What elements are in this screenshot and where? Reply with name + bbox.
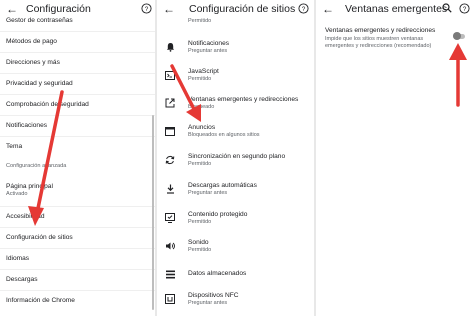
popup-icon [165,98,175,108]
back-arrow-icon[interactable]: ← [4,1,20,17]
svg-text:?: ? [301,5,305,12]
popups-topbar: ← Ventanas emergentes y redirecciones ? [316,0,474,18]
popups-setting[interactable]: Ventanas emergentes y redirecciones Impi… [325,27,450,50]
site-setting-nfc[interactable]: Dispositivos NFC Preguntar antes [157,290,314,312]
nfc-icon [165,294,175,304]
help-icon[interactable]: ? [140,2,152,14]
site-setting-stored-data[interactable]: Datos almacenados [157,265,314,287]
storage-icon [165,269,175,279]
settings-item-homepage[interactable]: Página principal Activado [6,183,149,197]
site-setting-sound[interactable]: Sonido Permitido [157,237,314,259]
setting-label: Ventanas emergentes y redirecciones [325,27,436,34]
settings-item-about-chrome[interactable]: Información de Chrome [6,297,149,304]
settings-topbar: ← Configuración ? [0,0,155,18]
protected-content-icon [165,213,175,223]
svg-text:?: ? [462,5,466,12]
back-arrow-icon[interactable]: ← [320,1,336,17]
sync-icon [165,155,175,165]
site-setting-javascript[interactable]: JavaScript Permitido [157,66,314,88]
popups-toggle[interactable] [453,32,465,40]
sound-icon [165,241,175,251]
scrollbar[interactable] [152,115,154,310]
settings-item-theme[interactable]: Tema [6,143,149,150]
settings-item-privacy[interactable]: Privacidad y seguridad [6,80,149,87]
help-icon[interactable]: ? [297,2,309,14]
help-icon[interactable]: ? [458,2,470,14]
settings-item-payment[interactable]: Métodos de pago [6,38,149,45]
settings-item-accessibility[interactable]: Accesibilidad [6,213,149,220]
settings-item-notifications[interactable]: Notificaciones [6,122,149,129]
toggle-thumb [453,32,461,40]
section-header-advanced: Configuración avanzada [6,163,67,169]
page-title: Ventanas emergentes y redirecciones [345,3,448,15]
site-setting-notifications[interactable]: Notificaciones Preguntar antes [157,38,314,60]
page-title: Configuración de sitios [189,3,296,15]
page-title: Configuración [26,3,91,15]
settings-item-passwords[interactable]: Gestor de contraseñas [6,17,149,24]
site-setting-protected-content[interactable]: Contenido protegido Permitido [157,209,314,231]
popups-panel: ← Ventanas emergentes y redirecciones ? … [316,0,474,316]
bell-icon [165,42,175,52]
javascript-icon [165,70,175,80]
homepage-status: Activado [6,191,28,197]
site-setting-background-sync[interactable]: Sincronización en segundo plano Permitid… [157,151,314,173]
settings-item-site-settings[interactable]: Configuración de sitios [6,234,149,241]
download-icon [165,184,175,194]
settings-item-languages[interactable]: Idiomas [6,255,149,262]
site-setting-popups[interactable]: Ventanas emergentes y redirecciones Bloq… [157,94,314,116]
settings-panel: ← Configuración ? Gestor de contraseñas … [0,0,155,316]
settings-item-downloads[interactable]: Descargas [6,276,149,283]
setting-description: Impide que los sitios muestren ventanas … [325,36,432,49]
settings-item-addresses[interactable]: Direcciones y más [6,59,149,66]
site-settings-panel: ← Configuración de sitios ? Permitido No… [157,0,314,316]
search-icon[interactable] [441,2,453,14]
site-setting-auto-downloads[interactable]: Descargas automáticas Preguntar antes [157,180,314,202]
settings-item-safety-check[interactable]: Comprobación de seguridad [6,101,149,108]
site-setting-ads[interactable]: Anuncios Bloqueados en algunos sitios [157,122,314,144]
svg-text:?: ? [144,5,148,12]
site-setting-partial[interactable]: Permitido [157,15,314,37]
ads-icon [165,126,175,136]
